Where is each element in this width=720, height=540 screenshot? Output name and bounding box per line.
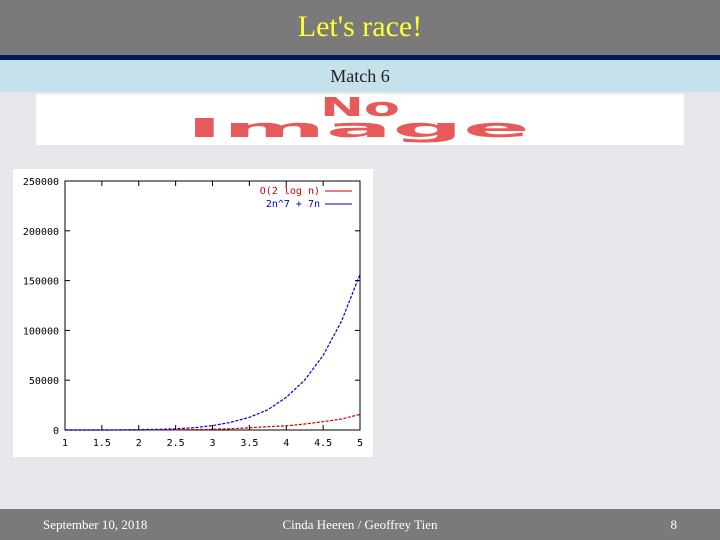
y-tick-label: 250000 xyxy=(23,177,59,188)
placeholder-text-image: Image xyxy=(186,114,530,144)
series-line-2 xyxy=(65,274,361,431)
x-tick-label: 1 xyxy=(62,438,68,449)
y-tick-label: 100000 xyxy=(23,326,59,337)
missing-image-placeholder: No Image xyxy=(36,94,684,145)
x-tick-label: 5 xyxy=(357,438,363,449)
x-tick-label: 2 xyxy=(136,438,142,449)
slide-subtitle: Match 6 xyxy=(330,66,390,86)
legend-label-2: 2n^7 + 7n xyxy=(266,199,320,210)
x-tick-label: 4 xyxy=(283,438,289,449)
footer: September 10, 2018 Cinda Heeren / Geoffr… xyxy=(0,509,720,540)
x-tick-label: 3 xyxy=(209,438,215,449)
y-tick-label: 0 xyxy=(53,426,59,437)
no-image-graphic: No Image xyxy=(186,94,530,144)
plot-frame xyxy=(64,180,361,431)
x-tick-label: 4.5 xyxy=(314,438,332,449)
footer-author: Cinda Heeren / Geoffrey Tien xyxy=(282,517,438,532)
legend-label-1: O(2 log n) xyxy=(260,186,320,197)
x-tick-label: 3.5 xyxy=(240,438,258,449)
page-number: 8 xyxy=(670,517,678,532)
y-tick-label: 150000 xyxy=(23,277,59,288)
x-tick-label: 1.5 xyxy=(93,438,111,449)
y-tick-label: 50000 xyxy=(29,376,59,387)
chart: 0 50000 100000 150000 200000 250000 1 1.5 2 2.5 3 3… xyxy=(13,169,373,457)
y-tick-label: 200000 xyxy=(23,227,59,238)
subtitle-bar: Match 6 xyxy=(0,60,720,92)
title-bar: Let's race! xyxy=(0,0,720,55)
slide-title: Let's race! xyxy=(297,10,423,43)
x-tick-label: 2.5 xyxy=(167,438,185,449)
chart-svg: 0 50000 100000 150000 200000 250000 1 1.5 2 2.5 3 3… xyxy=(23,177,363,449)
